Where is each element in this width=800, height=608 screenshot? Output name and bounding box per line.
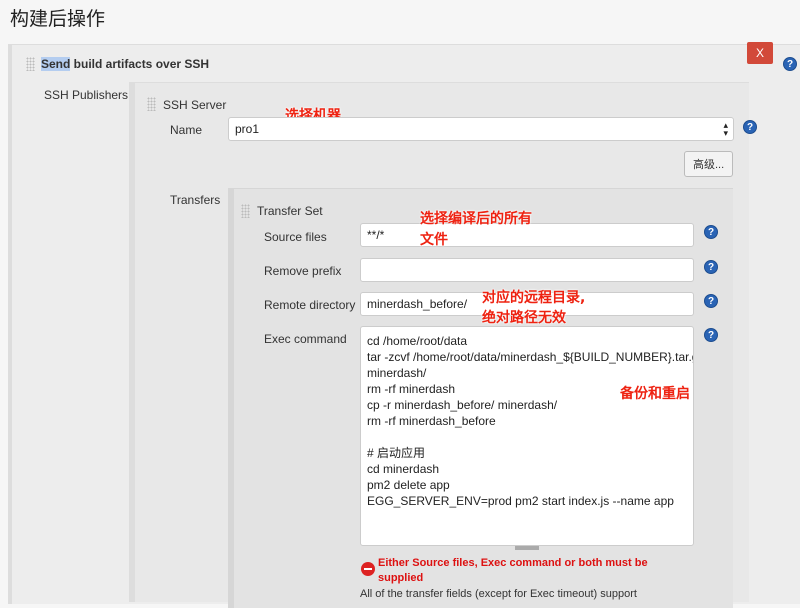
- section-title-text: build artifacts over SSH: [70, 57, 210, 71]
- footer-text: All of the transfer fields (except for E…: [360, 588, 637, 600]
- select-arrows-icon: ▴ ▾: [723, 120, 728, 138]
- help-icon[interactable]: ?: [704, 225, 718, 239]
- help-icon[interactable]: ?: [704, 294, 718, 308]
- resize-handle[interactable]: [515, 546, 539, 550]
- help-icon[interactable]: ?: [704, 328, 718, 342]
- name-select-value: pro1: [235, 122, 260, 136]
- source-files-label: Source files: [264, 230, 327, 244]
- transfers-label: Transfers: [170, 193, 221, 207]
- annotation-source: 选择编译后的所有 文件: [420, 211, 532, 248]
- remove-prefix-label: Remove prefix: [264, 264, 342, 278]
- transfer-set-title: Transfer Set: [257, 204, 323, 218]
- help-icon[interactable]: ?: [783, 57, 797, 71]
- page-title: 构建后操作: [10, 8, 106, 30]
- remote-directory-label: Remote directory: [264, 298, 356, 312]
- drag-handle-icon[interactable]: [241, 204, 250, 218]
- delete-button[interactable]: X: [747, 42, 773, 64]
- drag-handle-icon[interactable]: [147, 97, 156, 111]
- name-select[interactable]: pro1 ▴ ▾: [228, 117, 734, 141]
- drag-handle-icon[interactable]: [26, 57, 35, 71]
- exec-command-textarea[interactable]: cd /home/root/data tar -zcvf /home/root/…: [360, 326, 694, 546]
- advanced-button[interactable]: 高级...: [684, 151, 734, 177]
- remove-prefix-input[interactable]: [360, 258, 694, 282]
- section-title: Send build artifacts over SSH: [41, 57, 209, 71]
- error-icon: [361, 562, 375, 576]
- help-icon[interactable]: ?: [743, 120, 757, 134]
- annotation-remote: 对应的远程目录, 绝对路径无效: [482, 290, 586, 326]
- ssh-server-title: SSH Server: [163, 98, 227, 112]
- highlighted-text: Send: [41, 57, 71, 71]
- help-icon[interactable]: ?: [704, 260, 718, 274]
- exec-command-label: Exec command: [264, 332, 347, 346]
- ssh-publishers-label: SSH Publishers: [44, 88, 129, 102]
- error-message: Either Source files, Exec command or bot…: [378, 557, 648, 584]
- annotation-exec: 备份和重启: [620, 386, 690, 402]
- name-label: Name: [170, 123, 203, 137]
